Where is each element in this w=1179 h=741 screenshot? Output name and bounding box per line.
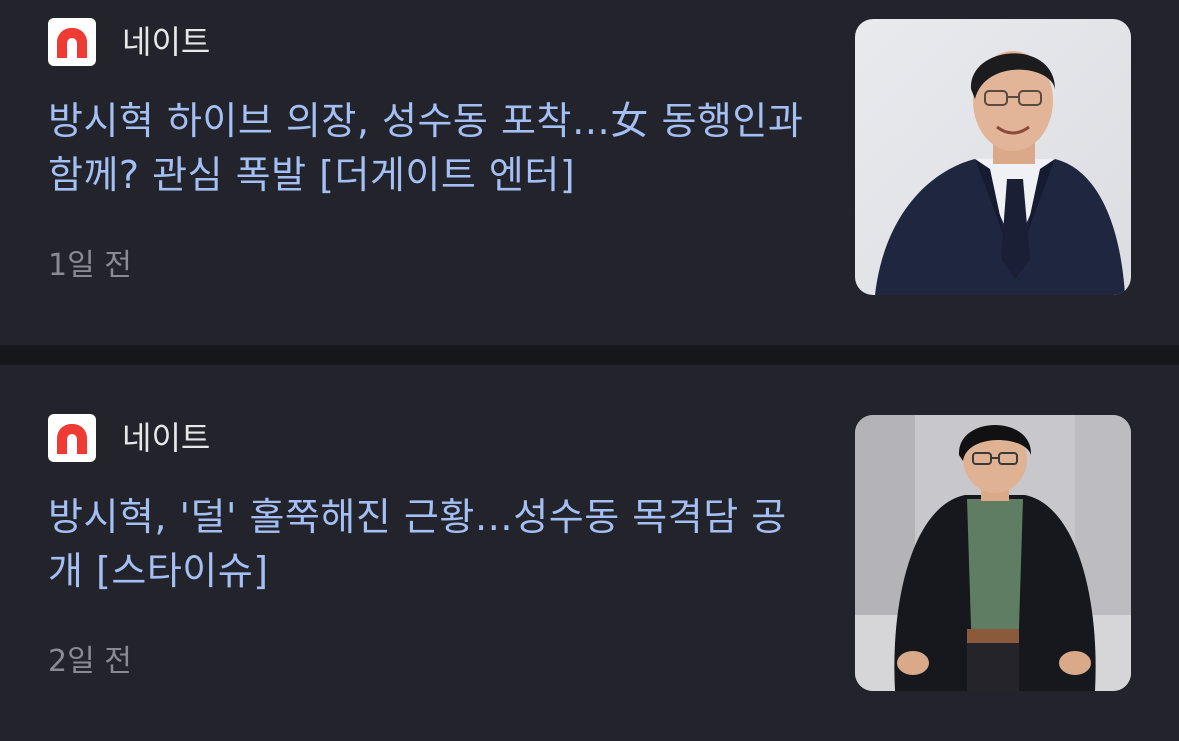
headline-link[interactable]: 방시혁 하이브 의장, 성수동 포착…女 동행인과 함께? 관심 폭발 [더게이…: [48, 94, 808, 202]
source-name: 네이트: [122, 419, 211, 457]
headline-link[interactable]: 방시혁, '덜' 홀쭉해진 근황…성수동 목격담 공개 [스타이슈]: [48, 490, 808, 598]
source-name: 네이트: [122, 23, 211, 61]
timestamp: 2일 전: [48, 644, 132, 679]
card-separator: [0, 345, 1179, 365]
article-thumbnail[interactable]: [855, 415, 1131, 691]
nate-logo-icon: [48, 18, 96, 66]
news-card[interactable]: 네이트 방시혁 하이브 의장, 성수동 포착…女 동행인과 함께? 관심 폭발 …: [0, 0, 1179, 345]
article-thumbnail[interactable]: [855, 19, 1131, 295]
source-row: 네이트: [48, 18, 210, 66]
nate-logo-icon: [48, 414, 96, 462]
source-row: 네이트: [48, 414, 210, 462]
news-card[interactable]: 네이트 방시혁, '덜' 홀쭉해진 근황…성수동 목격담 공개 [스타이슈] 2…: [0, 365, 1179, 741]
timestamp: 1일 전: [48, 248, 132, 283]
news-feed: 네이트 방시혁 하이브 의장, 성수동 포착…女 동행인과 함께? 관심 폭발 …: [0, 0, 1179, 741]
